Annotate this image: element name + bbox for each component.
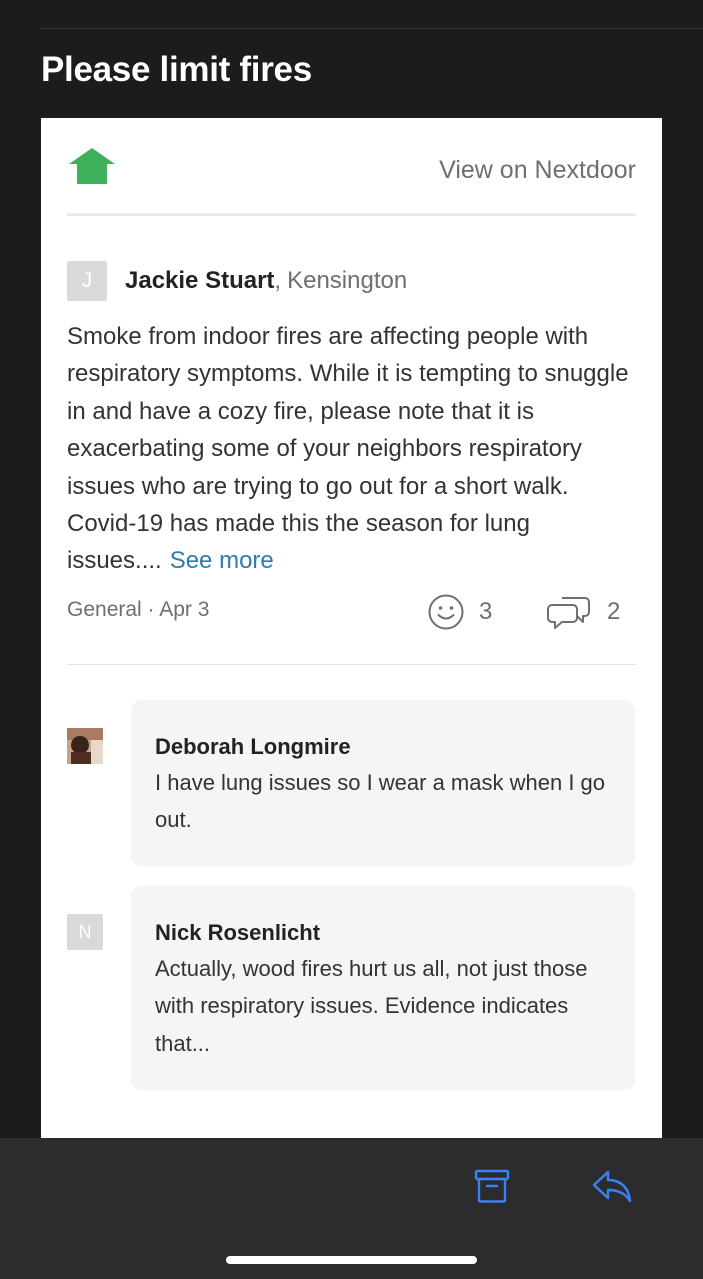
comment-author[interactable]: Deborah Longmire: [155, 730, 611, 764]
archive-button[interactable]: [470, 1164, 514, 1208]
comment-item: Deborah Longmire I have lung issues so I…: [67, 700, 635, 866]
card-divider: [67, 213, 636, 216]
header-divider: [41, 28, 703, 29]
post-text: Smoke from indoor fires are affecting pe…: [67, 323, 629, 575]
archive-box-icon: [474, 1169, 510, 1203]
email-subject: Please limit fires: [41, 50, 312, 89]
comment-author[interactable]: Nick Rosenlicht: [155, 916, 611, 950]
post-meta-row: General · Apr 3 3 2: [67, 590, 636, 634]
nextdoor-house-icon[interactable]: [67, 146, 117, 186]
post-author-row: J Jackie Stuart, Kensington: [67, 260, 407, 302]
author-neighborhood: Kensington: [287, 267, 408, 294]
post-body: Smoke from indoor fires are affecting pe…: [67, 318, 642, 580]
bottom-toolbar: [0, 1138, 703, 1279]
view-on-nextdoor-link[interactable]: View on Nextdoor: [439, 154, 636, 186]
speech-bubbles-icon: [547, 597, 590, 629]
home-indicator[interactable]: [226, 1256, 477, 1264]
comments-divider: [67, 664, 636, 665]
comment-item: N Nick Rosenlicht Actually, wood fires h…: [67, 886, 635, 1090]
post-category-date: General · Apr 3: [67, 598, 210, 621]
author-avatar[interactable]: J: [67, 261, 107, 301]
email-card: View on Nextdoor J Jackie Stuart, Kensin…: [41, 118, 662, 1138]
reply-button[interactable]: [590, 1164, 634, 1208]
reaction-count: 3: [479, 598, 493, 625]
comment-bubble: Nick Rosenlicht Actually, wood fires hur…: [131, 886, 635, 1090]
reaction-button[interactable]: 3: [427, 590, 492, 634]
comment-bubble: Deborah Longmire I have lung issues so I…: [131, 700, 635, 866]
author-name[interactable]: Jackie Stuart: [125, 267, 274, 295]
comment-count: 2: [607, 598, 621, 625]
commenter-photo-avatar[interactable]: [67, 728, 103, 764]
comments-button[interactable]: 2: [545, 590, 620, 634]
author-separator: ,: [274, 267, 282, 294]
commenter-initial-avatar[interactable]: N: [67, 914, 103, 950]
see-more-link[interactable]: See more: [170, 547, 274, 574]
reply-arrow-icon: [592, 1170, 632, 1203]
comment-text: I have lung issues so I wear a mask when…: [155, 770, 606, 833]
comment-text: Actually, wood fires hurt us all, not ju…: [155, 956, 588, 1056]
smiley-icon: [428, 594, 464, 630]
